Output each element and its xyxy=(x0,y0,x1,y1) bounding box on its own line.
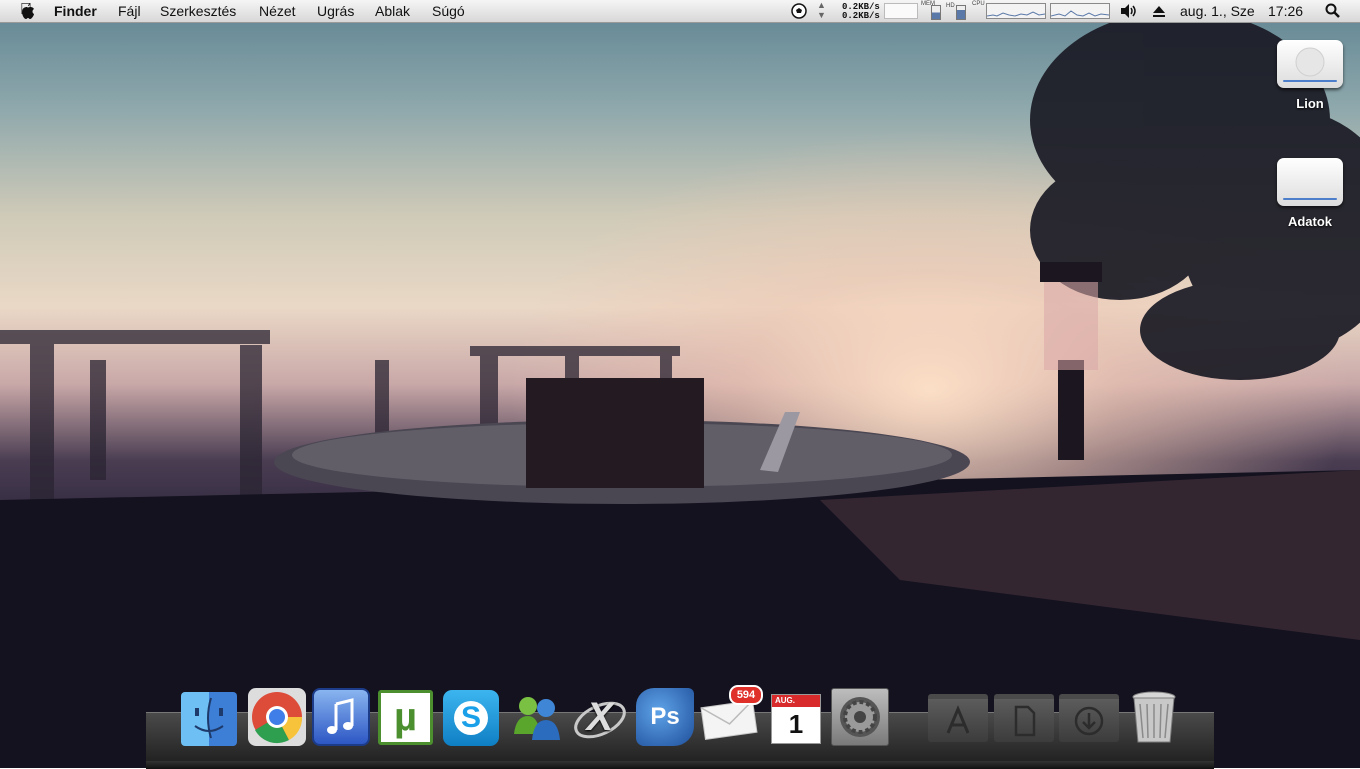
volume-icon[interactable] xyxy=(1119,3,1139,19)
applications-folder-icon xyxy=(946,705,970,734)
dock-stack-documents[interactable] xyxy=(994,694,1054,742)
menu-app-name[interactable]: Finder xyxy=(54,3,97,19)
menu-view[interactable]: Nézet xyxy=(259,3,296,19)
dock-trash[interactable] xyxy=(1128,688,1186,746)
network-graph[interactable] xyxy=(884,3,918,19)
skype-icon: S xyxy=(460,701,481,734)
apple-logo-icon[interactable] xyxy=(19,2,35,20)
gear-icon xyxy=(840,697,880,737)
cpu-graph-2[interactable] xyxy=(1050,3,1110,19)
utorrent-icon: µ xyxy=(393,695,418,739)
wallpaper-scene xyxy=(0,10,1360,768)
dock-chrome[interactable] xyxy=(248,688,306,746)
calendar-day: 1 xyxy=(788,709,804,739)
dock-messenger[interactable] xyxy=(508,688,566,746)
cpu-graph-2-line xyxy=(1050,10,1110,17)
desktop-drive-adatok[interactable]: Adatok xyxy=(1276,158,1344,229)
crossover-letter: X xyxy=(586,694,614,739)
hd-meter[interactable] xyxy=(956,5,966,20)
dock-calendar[interactable]: AUG. 1 xyxy=(767,690,823,746)
eject-icon[interactable] xyxy=(1152,4,1166,18)
menu-file[interactable]: Fájl xyxy=(118,3,141,19)
calendar-month: AUG. xyxy=(772,695,820,707)
dock-photoshop[interactable]: Ps xyxy=(636,688,694,746)
dock-stack-applications[interactable] xyxy=(928,694,988,742)
menu-go[interactable]: Ugrás xyxy=(317,3,354,19)
desktop-wallpaper xyxy=(0,0,1360,768)
trash-icon xyxy=(1132,691,1176,743)
downloads-folder-icon xyxy=(1074,706,1104,736)
menu-help[interactable]: Súgó xyxy=(432,3,465,19)
photoshop-icon: Ps xyxy=(650,703,680,730)
menu-window[interactable]: Ablak xyxy=(375,3,410,19)
mem-meter[interactable] xyxy=(931,5,941,20)
cpu-label: CPU xyxy=(972,1,985,7)
menu-bar:  Finder Fájl Szerkesztés Nézet Ugrás Ab… xyxy=(0,0,1360,23)
spotlight-search-icon[interactable] xyxy=(1325,3,1341,19)
chrome-icon xyxy=(252,692,303,744)
dock-system-preferences[interactable] xyxy=(831,688,889,746)
documents-folder-icon xyxy=(1014,705,1036,737)
drive-label: Lion xyxy=(1296,96,1324,111)
menu-edit[interactable]: Szerkesztés xyxy=(160,3,236,19)
apple-logo-icon xyxy=(1295,47,1325,77)
dock-crossover[interactable]: X xyxy=(571,688,629,746)
cpu-graph-1-line xyxy=(986,11,1046,17)
itunes-icon xyxy=(327,698,354,734)
dock-itunes[interactable] xyxy=(312,688,370,746)
football-icon[interactable] xyxy=(791,3,807,19)
calendar-page: AUG. 1 xyxy=(771,694,821,744)
network-arrows-icon: ▲ ▼ xyxy=(817,0,826,20)
dock-skype[interactable]: S xyxy=(443,690,499,746)
dock-finder[interactable] xyxy=(181,692,237,746)
dock-stack-downloads[interactable] xyxy=(1059,694,1119,742)
menubar-clock[interactable]: 17:26 xyxy=(1268,3,1303,19)
hd-label: HD xyxy=(946,3,955,9)
cpu-graph-1[interactable] xyxy=(986,3,1046,19)
mail-unread-badge: 594 xyxy=(729,685,763,705)
dock-utorrent[interactable]: µ xyxy=(378,690,433,745)
dock-mail[interactable]: 594 xyxy=(700,685,763,746)
hard-drive-icon xyxy=(1277,40,1343,88)
desktop-drive-lion[interactable]: Lion xyxy=(1276,40,1344,111)
hard-drive-icon xyxy=(1277,158,1343,206)
drive-label: Adatok xyxy=(1287,214,1333,229)
net-up-rate: 0.2KB/s xyxy=(842,11,880,21)
messenger-icon xyxy=(514,697,560,740)
menubar-date[interactable]: aug. 1., Sze xyxy=(1180,3,1255,19)
mem-label: MEM xyxy=(921,1,935,7)
finder-icon xyxy=(194,697,224,739)
